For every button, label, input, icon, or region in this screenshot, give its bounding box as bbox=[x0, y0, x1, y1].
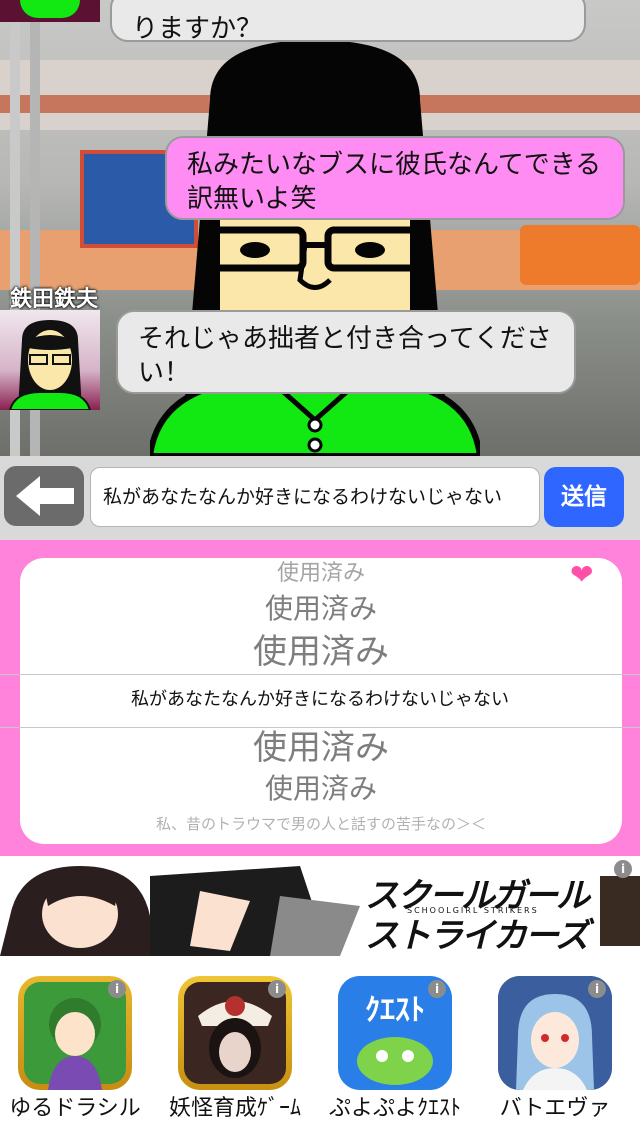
banner-title: ストライカーズ bbox=[365, 916, 589, 956]
picker-item[interactable]: 私、昔のトラウマで男の人と話すの苦手なの＞＜ bbox=[20, 814, 622, 834]
picker-selected-item[interactable]: 私があなたなんか好きになるわけないじゃない bbox=[0, 674, 640, 726]
message-text: それじゃあ拙者と付き合ってください！ bbox=[138, 324, 552, 388]
app-label[interactable]: 妖怪育成ｹﾞｰﾑ bbox=[155, 1090, 315, 1122]
info-icon[interactable]: i bbox=[614, 860, 632, 878]
info-icon[interactable]: i bbox=[428, 980, 446, 998]
send-button[interactable]: 送信 bbox=[544, 467, 624, 527]
app-label[interactable]: ゆるドラシル bbox=[0, 1090, 155, 1122]
info-icon[interactable]: i bbox=[108, 980, 126, 998]
received-message-bubble: りますか？ bbox=[110, 0, 586, 44]
info-icon[interactable]: i bbox=[588, 980, 606, 998]
heart-icon[interactable]: ❤ bbox=[570, 558, 593, 591]
picker-item[interactable]: 使用済み bbox=[20, 560, 622, 588]
app-icon-puyo[interactable]: ｸｴｽﾄ i bbox=[338, 976, 452, 1090]
picker-item[interactable]: 使用済み bbox=[20, 632, 622, 672]
sender-name: 鉄田鉄夫 bbox=[10, 287, 99, 312]
sender-avatar[interactable] bbox=[0, 310, 100, 410]
message-input[interactable]: 私があなたなんか好きになるわけないじゃない bbox=[90, 467, 540, 527]
app-label[interactable]: バトエヴァ bbox=[475, 1090, 635, 1122]
svg-text:ｸｴｽﾄ: ｸｴｽﾄ bbox=[365, 993, 425, 1028]
info-icon[interactable]: i bbox=[268, 980, 286, 998]
message-text: 私みたいなブスに彼氏なんてできる訳無いよ笑 bbox=[187, 150, 602, 214]
app-label[interactable]: ぷよぷよｸｴｽﾄ bbox=[315, 1090, 475, 1122]
picker-item[interactable]: 使用済み bbox=[20, 772, 622, 806]
app-icon-yokai[interactable]: i bbox=[178, 976, 292, 1090]
arrow-left-icon bbox=[16, 476, 74, 516]
picker-item[interactable]: 使用済み bbox=[20, 728, 622, 768]
app-icon-yggdrasil[interactable]: i bbox=[18, 976, 132, 1090]
back-button[interactable] bbox=[4, 466, 84, 526]
avatar bbox=[0, 0, 100, 22]
sent-message-bubble: 私みたいなブスに彼氏なんてできる訳無いよ笑 bbox=[165, 136, 625, 220]
app-icon-batoeva[interactable]: i bbox=[498, 976, 612, 1090]
received-message-bubble: それじゃあ拙者と付き合ってください！ bbox=[116, 310, 576, 394]
message-text: りますか？ bbox=[132, 14, 263, 44]
avatar-face-icon bbox=[8, 320, 92, 410]
banner-subtitle: SCHOOLGIRL STRIKERS bbox=[407, 906, 539, 915]
picker-item[interactable]: 使用済み bbox=[20, 592, 622, 626]
